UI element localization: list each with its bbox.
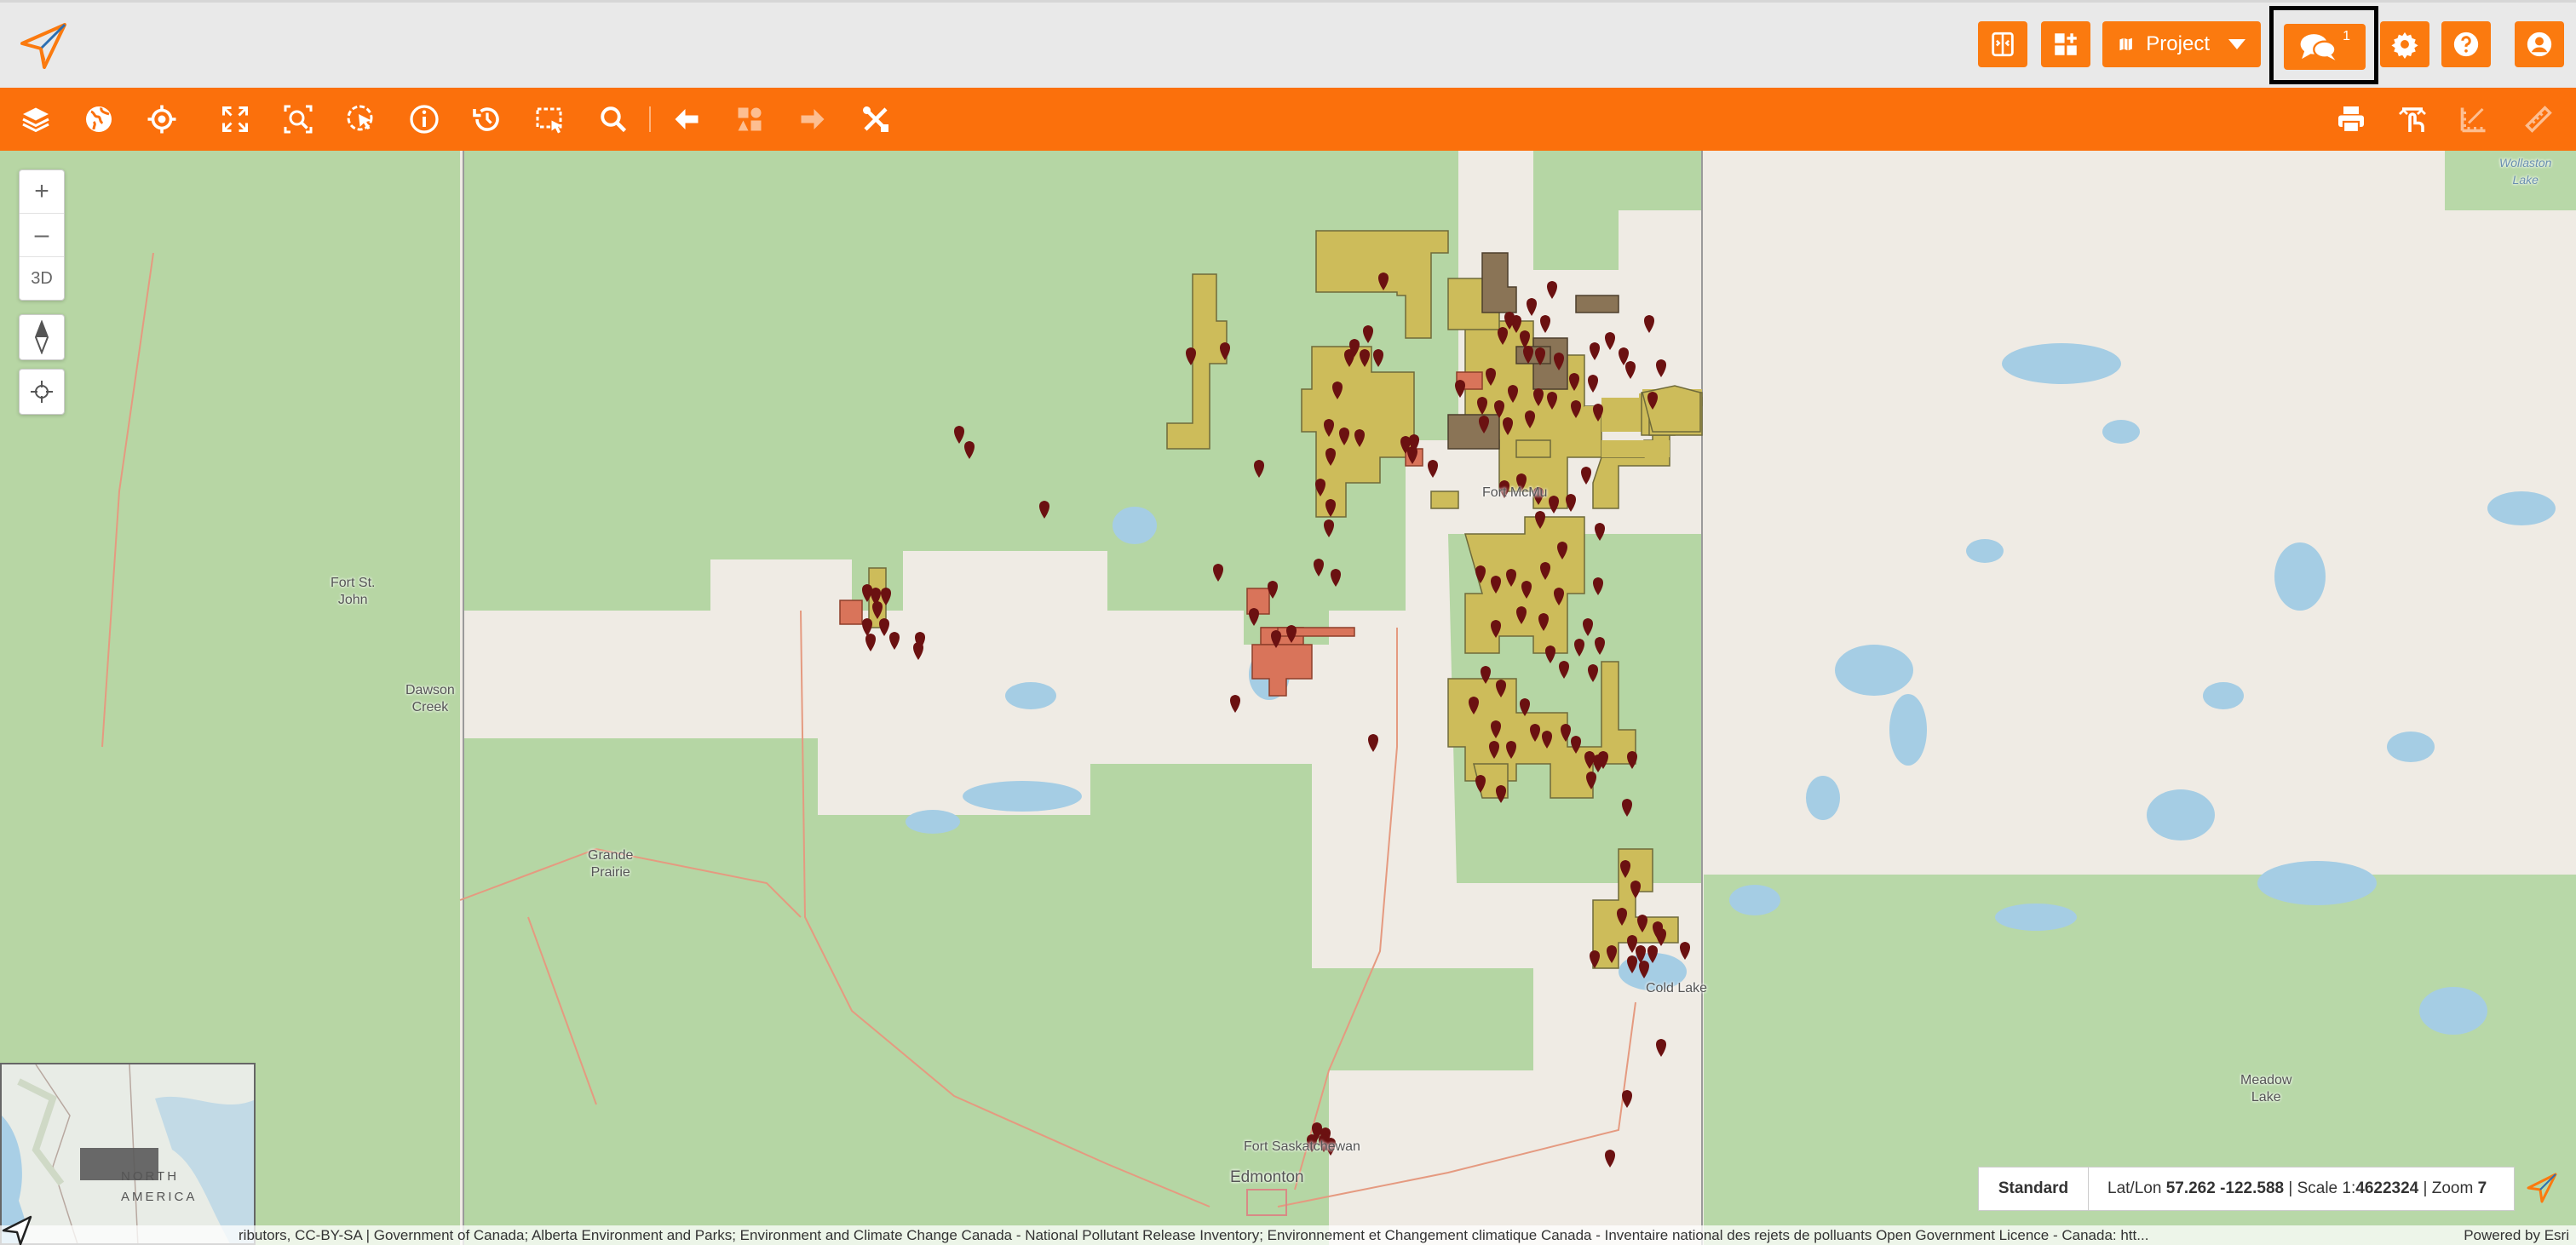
label-dawson-creek: Dawson Creek [405,683,455,714]
globe-icon [86,106,112,132]
measure-area-button[interactable] [2457,102,2491,136]
label-wollaston-lake: Wollaston Lake [2499,156,2552,186]
powered-by-esri[interactable]: Powered by Esri [2464,1225,2569,1245]
basemap-style-label[interactable]: Standard [1979,1168,2089,1210]
label-cold-lake: Cold Lake [1646,981,1708,995]
crosshair-icon [147,105,176,134]
layers-button[interactable] [19,102,53,136]
panel-toggle-icon [1992,32,2014,57]
scale-value: 4622324 [2355,1179,2419,1197]
compass-icon [34,320,49,354]
label-edmonton: Edmonton [1230,1168,1304,1186]
help-icon [2453,32,2479,57]
zoom-select-icon [284,105,313,134]
arrow-right-icon [801,109,825,129]
chat-count-badge: 1 [2343,29,2350,43]
print-button[interactable] [2334,102,2368,136]
info-icon [410,105,439,134]
chat-highlight-frame: 1 [2269,6,2378,84]
locate-icon [31,381,53,403]
measure-button[interactable] [2521,102,2556,136]
feature-select-button[interactable] [733,102,767,136]
map-icon [2119,37,2132,51]
chat-icon [2300,34,2337,60]
zoom-in-button[interactable]: + [20,170,64,214]
locate-me-button[interactable] [19,369,65,415]
identify-click-icon [347,105,373,131]
map-attribution: ributors, CC-BY-SA | Government of Canad… [0,1225,2576,1245]
search-icon [601,106,627,133]
feature-select-icon [738,107,762,131]
toggle-3d-button[interactable]: 3D [20,257,64,300]
search-button[interactable] [596,102,630,136]
label-fort-mcmurray: Fort McMu [1482,485,1548,500]
map-toolbar [0,88,2576,151]
basemap-canvas [0,151,2576,1245]
overview-map[interactable]: NORTH AMERICA [0,1063,256,1245]
identify-click-button[interactable] [344,102,378,136]
locate-button[interactable] [145,102,179,136]
user-icon [2527,32,2552,57]
map-view[interactable]: Fort St. John Dawson Creek Grande Prairi… [0,151,2576,1245]
label-fort-saskatchewan: Fort Saskatchewan [1244,1139,1360,1154]
project-dropdown[interactable]: Project [2102,21,2261,67]
full-extent-button[interactable] [218,102,252,136]
ruler-icon [2525,106,2552,133]
arrow-left-icon [675,109,699,129]
measure-area-icon [2460,107,2486,133]
swipe-button[interactable] [2395,102,2429,136]
user-account-button[interactable] [2515,21,2564,67]
app-watermark-icon [2527,1173,2557,1203]
info-button[interactable] [407,102,441,136]
zoom-out-button[interactable]: – [20,214,64,257]
gear-icon [2391,32,2418,59]
tools-icon [863,106,888,132]
coordinate-readout: Lat/Lon 57.262 -122.588 | Scale 1:462232… [2107,1179,2487,1197]
status-bar: Standard Lat/Lon 57.262 -122.588 | Scale… [1978,1167,2515,1211]
history-button[interactable] [470,102,504,136]
app-header: Project 1 [0,0,2576,88]
zoom-select-button[interactable] [281,102,315,136]
chevron-down-icon [2228,39,2245,49]
chat-button[interactable]: 1 [2284,24,2366,70]
overview-label: NORTH AMERICA [121,1169,198,1204]
history-icon [473,107,499,131]
label-grande-prairie: Grande Prairie [588,848,634,880]
basemap-button[interactable] [82,102,116,136]
zoom-controls: + – 3D [19,169,65,301]
sidebar-toggle-button[interactable] [1978,21,2027,67]
label-meadow-lake: Meadow Lake [2240,1073,2292,1104]
select-area-button[interactable] [533,102,567,136]
app-logo-icon[interactable] [19,21,68,69]
project-label: Project [2146,32,2210,55]
latlon-label: Lat/Lon [2107,1179,2162,1197]
zoom-value: 7 [2477,1179,2487,1197]
select-area-icon [536,107,562,134]
toolbar-separator [649,106,651,132]
attribution-text: ributors, CC-BY-SA | Government of Canad… [239,1227,2149,1243]
settings-button[interactable] [2380,21,2429,67]
previous-extent-button[interactable] [670,102,704,136]
zoom-label: Zoom [2431,1179,2474,1197]
label-fort-st-john: Fort St. John [331,576,376,607]
full-extent-icon [222,106,248,132]
help-button[interactable] [2441,21,2491,67]
tools-button[interactable] [859,102,893,136]
compass-button[interactable] [19,314,65,360]
add-widget-button[interactable] [2041,21,2090,67]
swipe-icon [2399,107,2426,132]
latlon-value: 57.262 -122.588 [2165,1179,2285,1197]
dashboard-add-icon [2055,33,2077,55]
navigation-arrow-icon[interactable] [0,1213,34,1245]
scale-label: Scale 1: [2297,1179,2356,1197]
next-extent-button[interactable] [796,102,830,136]
layers-icon [22,107,49,133]
print-icon [2338,106,2364,134]
